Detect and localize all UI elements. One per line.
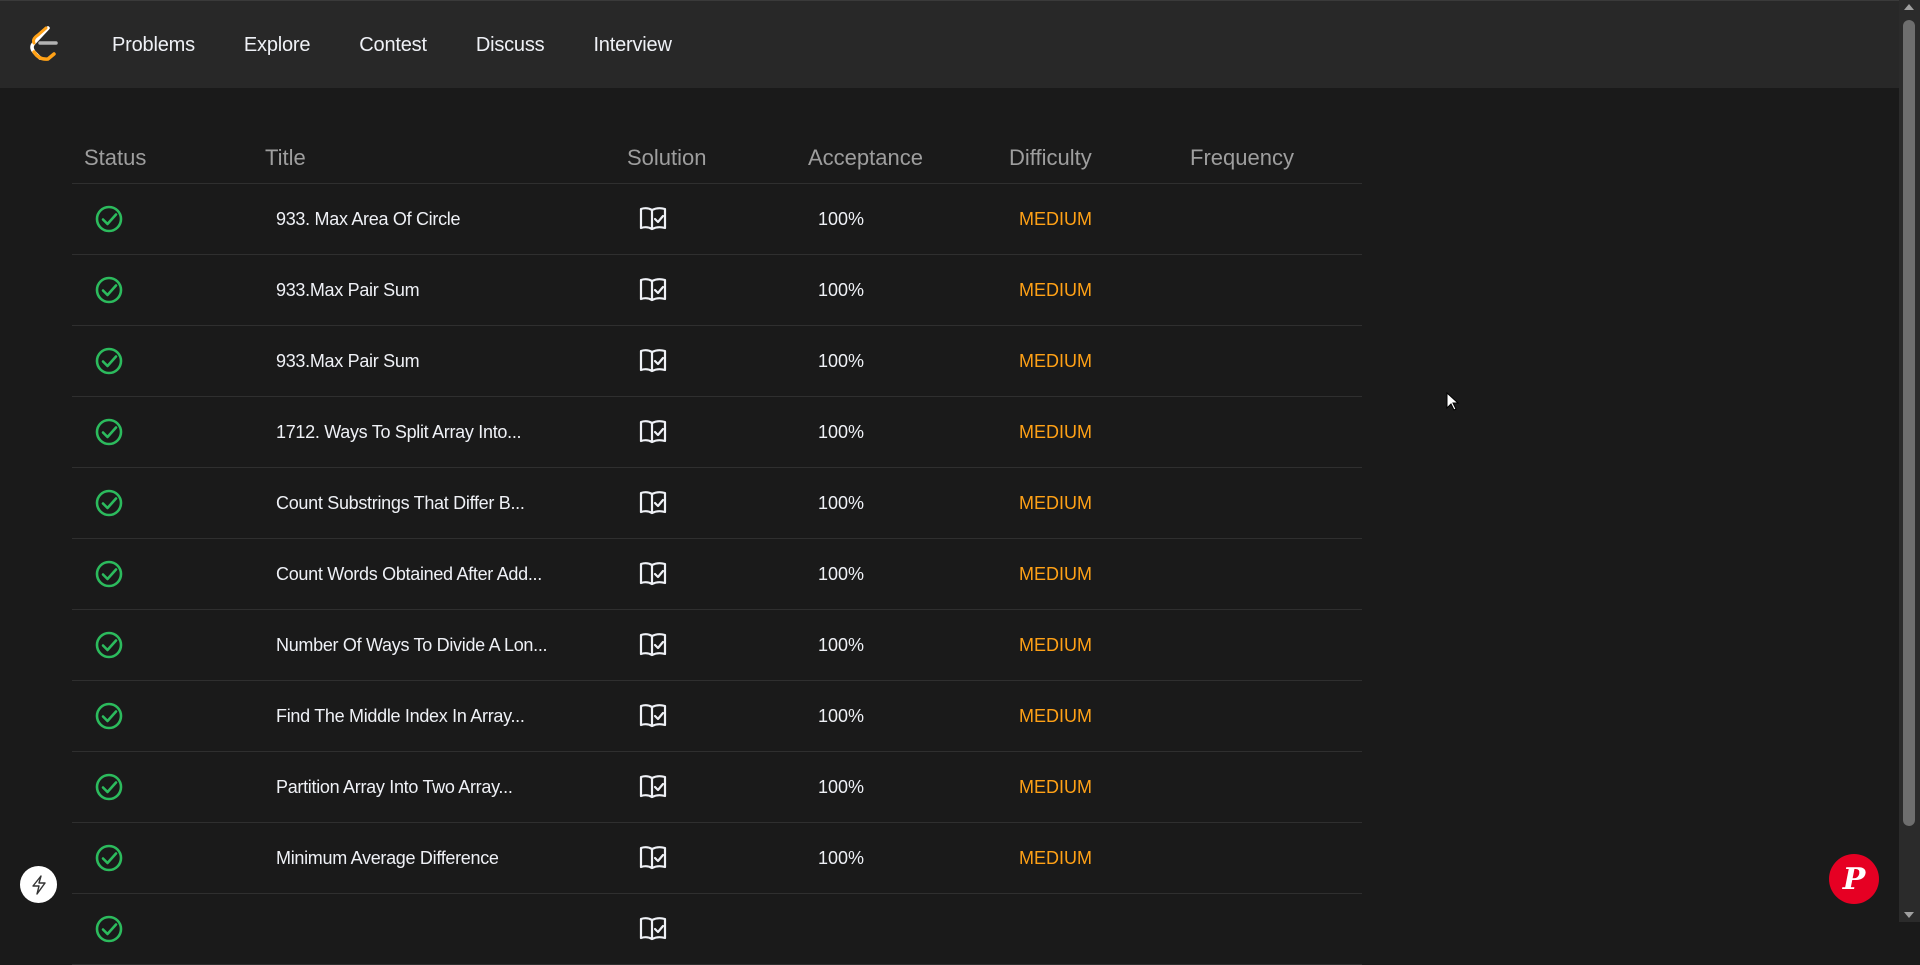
scroll-down-icon[interactable] [1904, 912, 1914, 918]
nav-problems[interactable]: Problems [112, 34, 195, 57]
problem-title-link[interactable]: Minimum Average Difference [276, 823, 499, 893]
accepted-check-icon [94, 752, 124, 822]
nav-explore[interactable]: Explore [244, 34, 311, 57]
problem-title-link[interactable]: 933.Max Pair Sum [276, 255, 420, 325]
solution-book-icon[interactable] [638, 610, 668, 680]
difficulty-badge: MEDIUM [1019, 847, 1092, 868]
problem-title-link[interactable]: Count Words Obtained After Add... [276, 539, 542, 609]
pinterest-button[interactable]: P [1829, 854, 1879, 904]
pinterest-icon: P [1842, 861, 1866, 897]
lightning-bolt-icon [31, 874, 46, 895]
acceptance-value: 100% [818, 705, 865, 726]
accepted-check-icon [94, 894, 124, 964]
acceptance-value: 100% [818, 776, 865, 797]
difficulty-badge: MEDIUM [1019, 421, 1092, 442]
scroll-thumb[interactable] [1903, 20, 1915, 826]
table-row[interactable]: Number Of Ways To Divide A Lon... 100% M… [72, 610, 1362, 681]
problem-title-link[interactable]: 933.Max Pair Sum [276, 326, 420, 396]
solution-book-icon[interactable] [638, 539, 668, 609]
table-row[interactable]: 933.Max Pair Sum 100% MEDIUM [72, 326, 1362, 397]
solution-book-icon[interactable] [638, 681, 668, 751]
problems-table: Status Title Solution Acceptance Difficu… [72, 133, 1362, 965]
lightning-bolt-button[interactable] [20, 866, 57, 903]
solution-book-icon[interactable] [638, 326, 668, 396]
difficulty-badge: MEDIUM [1019, 279, 1092, 300]
scroll-up-icon[interactable] [1904, 4, 1914, 10]
vertical-scrollbar[interactable] [1899, 0, 1920, 922]
problem-title-link[interactable]: 933. Max Area Of Circle [276, 184, 460, 254]
solution-book-icon[interactable] [638, 752, 668, 822]
acceptance-value: 100% [818, 634, 865, 655]
problem-title-link[interactable]: Number Of Ways To Divide A Lon... [276, 610, 548, 680]
table-row[interactable]: Minimum Average Difference 100% MEDIUM [72, 823, 1362, 894]
problem-title-link[interactable]: Partition Array Into Two Array... [276, 752, 513, 822]
table-row[interactable]: 1712. Ways To Split Array Into... 100% M… [72, 397, 1362, 468]
accepted-check-icon [94, 681, 124, 751]
header-status[interactable]: Status [84, 145, 146, 171]
accepted-check-icon [94, 326, 124, 396]
header-solution[interactable]: Solution [627, 145, 707, 171]
header-acceptance[interactable]: Acceptance [808, 145, 923, 171]
table-row[interactable]: Count Words Obtained After Add... 100% M… [72, 539, 1362, 610]
difficulty-badge: MEDIUM [1019, 350, 1092, 371]
header-frequency[interactable]: Frequency [1190, 145, 1294, 171]
header-difficulty[interactable]: Difficulty [1009, 145, 1092, 171]
table-row[interactable]: Count Substrings That Differ B... 100% M… [72, 468, 1362, 539]
problem-title-link[interactable]: 1712. Ways To Split Array Into... [276, 397, 522, 467]
solution-book-icon[interactable] [638, 397, 668, 467]
table-row[interactable]: 933. Max Area Of Circle 100% MEDIUM [72, 184, 1362, 255]
table-row[interactable]: Partition Array Into Two Array... 100% M… [72, 752, 1362, 823]
difficulty-badge: MEDIUM [1019, 208, 1092, 229]
acceptance-value: 100% [818, 350, 865, 371]
table-row-partial[interactable] [72, 894, 1362, 965]
nav-links: Problems Explore Contest Discuss Intervi… [112, 1, 721, 89]
table-header: Status Title Solution Acceptance Difficu… [72, 133, 1362, 184]
acceptance-value: 100% [818, 421, 865, 442]
accepted-check-icon [94, 610, 124, 680]
mouse-cursor-icon [1446, 392, 1460, 411]
leetcode-logo-icon[interactable] [26, 25, 62, 65]
acceptance-value: 100% [818, 847, 865, 868]
table-body: 933. Max Area Of Circle 100% MEDIUM 933.… [72, 184, 1362, 965]
accepted-check-icon [94, 397, 124, 467]
accepted-check-icon [94, 184, 124, 254]
solution-book-icon[interactable] [638, 894, 668, 964]
solution-book-icon[interactable] [638, 823, 668, 893]
difficulty-badge: MEDIUM [1019, 776, 1092, 797]
acceptance-value: 100% [818, 208, 865, 229]
solution-book-icon[interactable] [638, 468, 668, 538]
table-row[interactable]: 933.Max Pair Sum 100% MEDIUM [72, 255, 1362, 326]
top-navbar: Problems Explore Contest Discuss Intervi… [0, 0, 1899, 88]
acceptance-value: 100% [818, 279, 865, 300]
accepted-check-icon [94, 468, 124, 538]
difficulty-badge: MEDIUM [1019, 492, 1092, 513]
accepted-check-icon [94, 823, 124, 893]
nav-contest[interactable]: Contest [359, 34, 427, 57]
acceptance-value: 100% [818, 492, 865, 513]
acceptance-value: 100% [818, 563, 865, 584]
table-row[interactable]: Find The Middle Index In Array... 100% M… [72, 681, 1362, 752]
header-title[interactable]: Title [265, 145, 306, 171]
solution-book-icon[interactable] [638, 255, 668, 325]
difficulty-badge: MEDIUM [1019, 705, 1092, 726]
accepted-check-icon [94, 255, 124, 325]
nav-discuss[interactable]: Discuss [476, 34, 545, 57]
problem-title-link[interactable]: Count Substrings That Differ B... [276, 468, 525, 538]
problem-title-link[interactable]: Find The Middle Index In Array... [276, 681, 525, 751]
solution-book-icon[interactable] [638, 184, 668, 254]
difficulty-badge: MEDIUM [1019, 563, 1092, 584]
nav-interview[interactable]: Interview [593, 34, 671, 57]
difficulty-badge: MEDIUM [1019, 634, 1092, 655]
accepted-check-icon [94, 539, 124, 609]
